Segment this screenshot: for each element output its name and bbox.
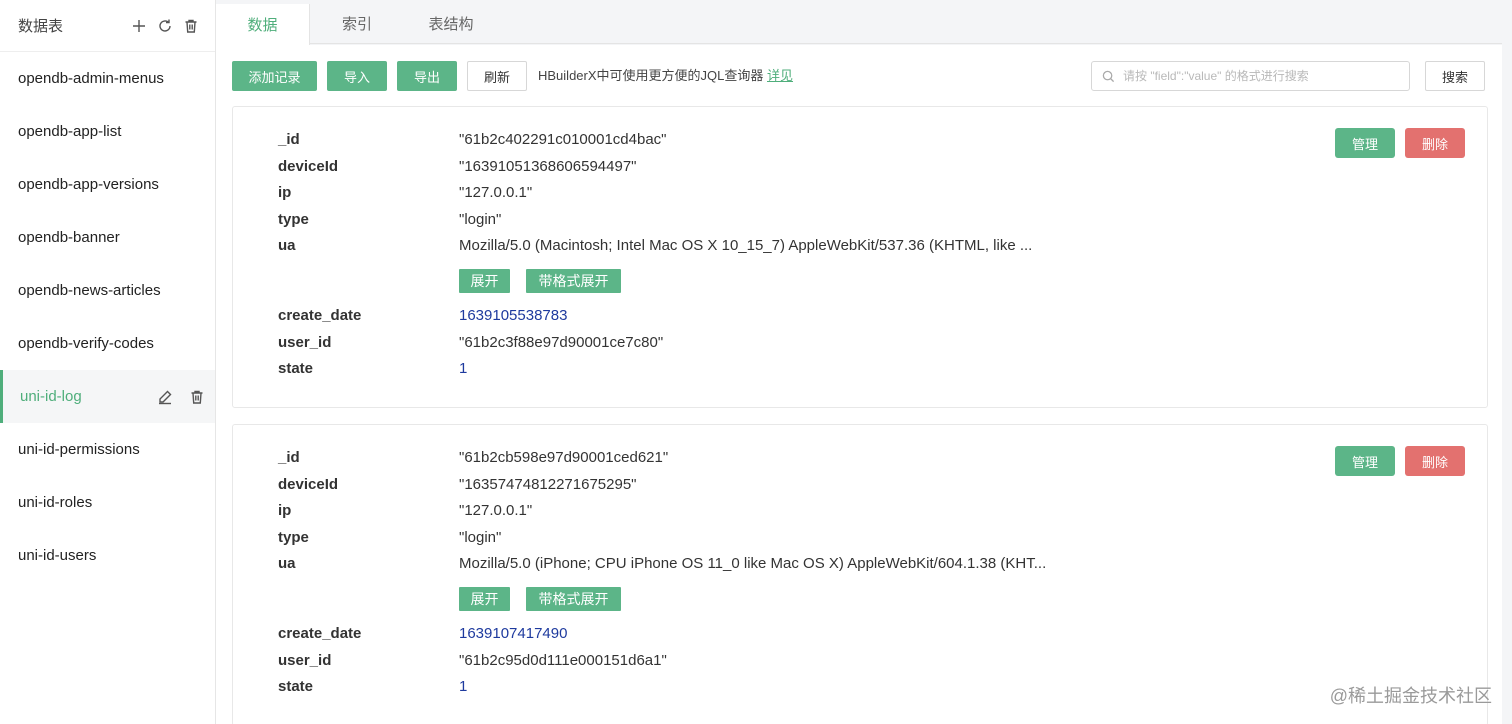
field-value: Mozilla/5.0 (iPhone; CPU iPhone OS 11_0 … bbox=[459, 555, 1047, 572]
field-value: "61b2c95d0d111e000151d6a1" bbox=[459, 652, 667, 669]
record-card: _id "61b2c402291c010001cd4bac" deviceId "16… bbox=[232, 106, 1488, 408]
field-key: create_date bbox=[278, 625, 362, 642]
sidebar-item-label: uni-id-log bbox=[20, 388, 82, 405]
sidebar-item-uni-id-log[interactable]: uni-id-log bbox=[0, 370, 215, 423]
details-link[interactable]: 详见 bbox=[767, 68, 793, 83]
sidebar-item-uni-id-permissions[interactable]: uni-id-permissions bbox=[0, 423, 215, 476]
search-box bbox=[1091, 61, 1410, 91]
sidebar-item-label: opendb-admin-menus bbox=[18, 70, 164, 87]
sidebar-item-label: opendb-news-articles bbox=[18, 282, 161, 299]
field-value: "login" bbox=[459, 211, 502, 228]
sidebar-item-opendb-admin-menus[interactable]: opendb-admin-menus bbox=[0, 52, 215, 105]
record-list: _id "61b2c402291c010001cd4bac" deviceId "16… bbox=[232, 106, 1488, 724]
trash-icon[interactable] bbox=[183, 18, 199, 34]
record-card: _id "61b2cb598e97d90001ced621" deviceId "16… bbox=[232, 424, 1488, 724]
field-key: deviceId bbox=[278, 158, 339, 175]
field-value: "127.0.0.1" bbox=[459, 184, 533, 201]
export-button[interactable]: 导出 bbox=[397, 61, 457, 91]
sidebar-header: 数据表 bbox=[0, 0, 215, 52]
field-value: "16357474812271675295" bbox=[459, 476, 637, 493]
field-key: state bbox=[278, 678, 314, 695]
expand-button[interactable]: 展开 bbox=[459, 269, 510, 293]
field-key: type bbox=[278, 211, 309, 228]
field-value: "127.0.0.1" bbox=[459, 502, 533, 519]
trash-icon[interactable] bbox=[189, 389, 205, 405]
sidebar-item-opendb-verify-codes[interactable]: opendb-verify-codes bbox=[0, 317, 215, 370]
sidebar-item-label: opendb-app-list bbox=[18, 123, 122, 140]
sidebar-item-uni-id-roles[interactable]: uni-id-roles bbox=[0, 476, 215, 529]
search-button[interactable]: 搜索 bbox=[1425, 61, 1485, 91]
field-value: 1639107417490 bbox=[459, 625, 568, 642]
sidebar-item-label: uni-id-permissions bbox=[18, 441, 140, 458]
field-value: "61b2c402291c010001cd4bac" bbox=[459, 131, 667, 148]
sidebar-item-label: uni-id-users bbox=[18, 547, 97, 564]
sidebar-item-label: opendb-app-versions bbox=[18, 176, 159, 193]
field-value: "16391051368606594497" bbox=[459, 158, 637, 175]
field-key: ip bbox=[278, 184, 292, 201]
sidebar-item-label: opendb-banner bbox=[18, 229, 120, 246]
import-button[interactable]: 导入 bbox=[327, 61, 387, 91]
expand-button[interactable]: 展开 bbox=[459, 587, 510, 611]
add-icon[interactable] bbox=[131, 18, 147, 34]
sidebar-actions bbox=[131, 18, 199, 34]
sidebar-item-opendb-app-list[interactable]: opendb-app-list bbox=[0, 105, 215, 158]
app-root: 数据表 opendb-admin-menus opendb-app-list ope… bbox=[0, 0, 1512, 724]
field-value: "61b2c3f88e97d90001ce7c80" bbox=[459, 334, 664, 351]
search-icon bbox=[1102, 70, 1115, 82]
field-key: _id bbox=[278, 449, 300, 466]
toolbar: 添加记录 导入 导出 刷新 HBuilderX中可使用更方便的JQL查询器 详见… bbox=[232, 61, 1485, 91]
delete-button[interactable]: 删除 bbox=[1405, 446, 1465, 476]
field-key: ip bbox=[278, 502, 292, 519]
search-input[interactable] bbox=[1123, 69, 1409, 83]
sidebar-item-label: opendb-verify-codes bbox=[18, 335, 154, 352]
field-key: user_id bbox=[278, 334, 332, 351]
field-key: ua bbox=[278, 237, 296, 254]
refresh-icon[interactable] bbox=[157, 18, 173, 34]
sidebar-item-opendb-app-versions[interactable]: opendb-app-versions bbox=[0, 158, 215, 211]
expand-formatted-button[interactable]: 带格式展开 bbox=[526, 587, 621, 611]
sidebar-item-opendb-news-articles[interactable]: opendb-news-articles bbox=[0, 264, 215, 317]
item-tools bbox=[157, 389, 205, 405]
jql-hint: HBuilderX中可使用更方便的JQL查询器 详见 bbox=[538, 61, 793, 91]
sidebar-item-label: uni-id-roles bbox=[18, 494, 93, 511]
field-value: 1 bbox=[459, 360, 468, 377]
sidebar-item-opendb-banner[interactable]: opendb-banner bbox=[0, 211, 215, 264]
tab-bar: 数据 索引 表结构 bbox=[216, 4, 1502, 45]
field-value: Mozilla/5.0 (Macintosh; Intel Mac OS X 1… bbox=[459, 237, 1033, 254]
delete-button[interactable]: 删除 bbox=[1405, 128, 1465, 158]
field-key: ua bbox=[278, 555, 296, 572]
main-panel: 数据 索引 表结构 添加记录 导入 导出 刷新 HBuilderX中可使用更方便的J… bbox=[216, 0, 1512, 724]
field-value: "login" bbox=[459, 529, 502, 546]
tab-1[interactable]: 索引 bbox=[310, 4, 404, 43]
field-key: _id bbox=[278, 131, 300, 148]
field-key: deviceId bbox=[278, 476, 339, 493]
table-list: opendb-admin-menus opendb-app-list opendb-… bbox=[0, 52, 215, 582]
manage-button[interactable]: 管理 bbox=[1335, 128, 1395, 158]
refresh-button[interactable]: 刷新 bbox=[467, 61, 527, 91]
field-value: 1639105538783 bbox=[459, 307, 568, 324]
field-value: 1 bbox=[459, 678, 468, 695]
watermark: @稀土掘金技术社区 bbox=[1329, 686, 1492, 706]
field-key: create_date bbox=[278, 307, 362, 324]
jql-hint-text: HBuilderX中可使用更方便的JQL查询器 bbox=[538, 68, 764, 83]
sidebar-item-uni-id-users[interactable]: uni-id-users bbox=[0, 529, 215, 582]
field-key: state bbox=[278, 360, 314, 377]
edit-icon[interactable] bbox=[157, 389, 173, 405]
field-key: user_id bbox=[278, 652, 332, 669]
sidebar: 数据表 opendb-admin-menus opendb-app-list ope… bbox=[0, 0, 216, 724]
expand-formatted-button[interactable]: 带格式展开 bbox=[526, 269, 621, 293]
field-value: "61b2cb598e97d90001ced621" bbox=[459, 449, 669, 466]
content-area: 添加记录 导入 导出 刷新 HBuilderX中可使用更方便的JQL查询器 详见… bbox=[216, 45, 1502, 724]
tab-0[interactable]: 数据 bbox=[216, 4, 310, 45]
field-key: type bbox=[278, 529, 309, 546]
add-record-button[interactable]: 添加记录 bbox=[232, 61, 317, 91]
tab-2[interactable]: 表结构 bbox=[404, 4, 498, 43]
sidebar-title: 数据表 bbox=[18, 18, 64, 35]
manage-button[interactable]: 管理 bbox=[1335, 446, 1395, 476]
